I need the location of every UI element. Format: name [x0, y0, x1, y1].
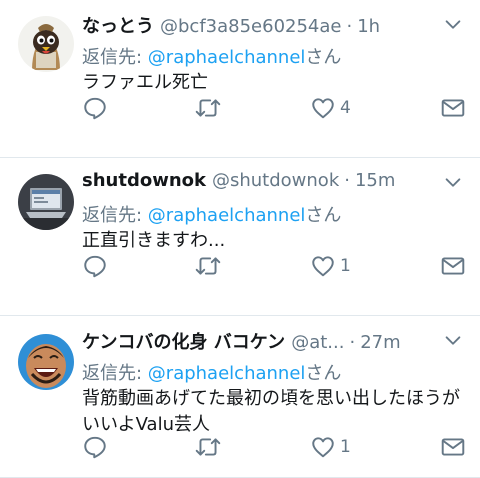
user-handle[interactable]: @at...	[291, 332, 344, 353]
tweet[interactable]: shutdownok @shutdownok · 15m 返信先: @rapha…	[0, 158, 480, 316]
reply-to-suffix: さん	[305, 205, 342, 226]
avatar[interactable]	[18, 334, 74, 390]
timestamp[interactable]: 15m	[355, 170, 395, 191]
display-name[interactable]: なっとう	[82, 12, 154, 38]
retweet-button[interactable]	[194, 95, 222, 121]
envelope-icon	[441, 99, 465, 117]
tweet[interactable]: なっとう @bcf3a85e60254ae · 1h 返信先: @raphael…	[0, 0, 480, 158]
reply-to-suffix: さん	[305, 363, 342, 384]
reply-to-link[interactable]: @raphaelchannel	[148, 363, 306, 384]
user-handle[interactable]: @bcf3a85e60254ae	[160, 16, 342, 37]
envelope-icon	[441, 257, 465, 275]
chevron-down-icon[interactable]	[442, 172, 464, 194]
like-count: 1	[340, 437, 351, 457]
heart-icon	[312, 256, 334, 277]
avatar[interactable]	[18, 174, 74, 230]
separator-dot: ·	[349, 332, 356, 353]
retweet-button[interactable]	[194, 434, 222, 460]
reply-context: 返信先: @raphaelchannelさん	[82, 43, 468, 69]
reply-to-label: 返信先:	[82, 205, 148, 226]
reply-context: 返信先: @raphaelchannelさん	[82, 359, 468, 385]
reply-button[interactable]	[82, 434, 108, 460]
retweet-icon	[195, 438, 221, 456]
laughing-man-avatar	[18, 334, 74, 390]
like-count: 1	[340, 256, 351, 276]
timestamp[interactable]: 27m	[360, 332, 400, 353]
user-handle[interactable]: @shutdownok	[212, 170, 339, 191]
tweet-text: ラファエル死亡	[82, 72, 208, 93]
direct-message-button[interactable]	[440, 95, 466, 121]
heart-icon	[312, 98, 334, 119]
like-count: 4	[340, 98, 351, 118]
retweet-icon	[195, 99, 221, 117]
tweet[interactable]: ケンコバの化身 バコケン @at... · 27m 返信先: @raphaelc…	[0, 316, 480, 478]
reply-to-suffix: さん	[305, 47, 342, 68]
reply-icon	[84, 436, 106, 459]
reply-to-link[interactable]: @raphaelchannel	[148, 205, 306, 226]
chevron-down-icon[interactable]	[442, 330, 464, 352]
laptop-avatar	[18, 174, 74, 230]
chevron-down-icon[interactable]	[442, 14, 464, 36]
reply-context: 返信先: @raphaelchannelさん	[82, 201, 468, 227]
direct-message-button[interactable]	[440, 253, 466, 279]
reply-button[interactable]	[82, 95, 108, 121]
display-name[interactable]: ケンコバの化身 バコケン	[82, 328, 285, 354]
display-name[interactable]: shutdownok	[82, 170, 206, 191]
retweet-icon	[195, 257, 221, 275]
penguin-mascot-avatar	[18, 16, 74, 72]
like-button[interactable]: 4	[310, 95, 351, 121]
tweet-text: 正直引きますわ...	[82, 230, 226, 251]
reply-icon	[84, 255, 106, 278]
tweet-text: 背筋動画あげてた最初の頃を思い出したほうがいいよValu芸人	[82, 388, 460, 435]
avatar[interactable]	[18, 16, 74, 72]
heart-icon	[312, 437, 334, 458]
reply-icon	[84, 97, 106, 120]
separator-dot: ·	[346, 16, 353, 37]
reply-button[interactable]	[82, 253, 108, 279]
like-button[interactable]: 1	[310, 253, 351, 279]
reply-to-label: 返信先:	[82, 47, 148, 68]
separator-dot: ·	[344, 170, 350, 191]
envelope-icon	[441, 438, 465, 456]
like-button[interactable]: 1	[310, 434, 351, 460]
timestamp[interactable]: 1h	[357, 16, 380, 37]
retweet-button[interactable]	[194, 253, 222, 279]
direct-message-button[interactable]	[440, 434, 466, 460]
reply-to-label: 返信先:	[82, 363, 148, 384]
reply-to-link[interactable]: @raphaelchannel	[148, 47, 306, 68]
